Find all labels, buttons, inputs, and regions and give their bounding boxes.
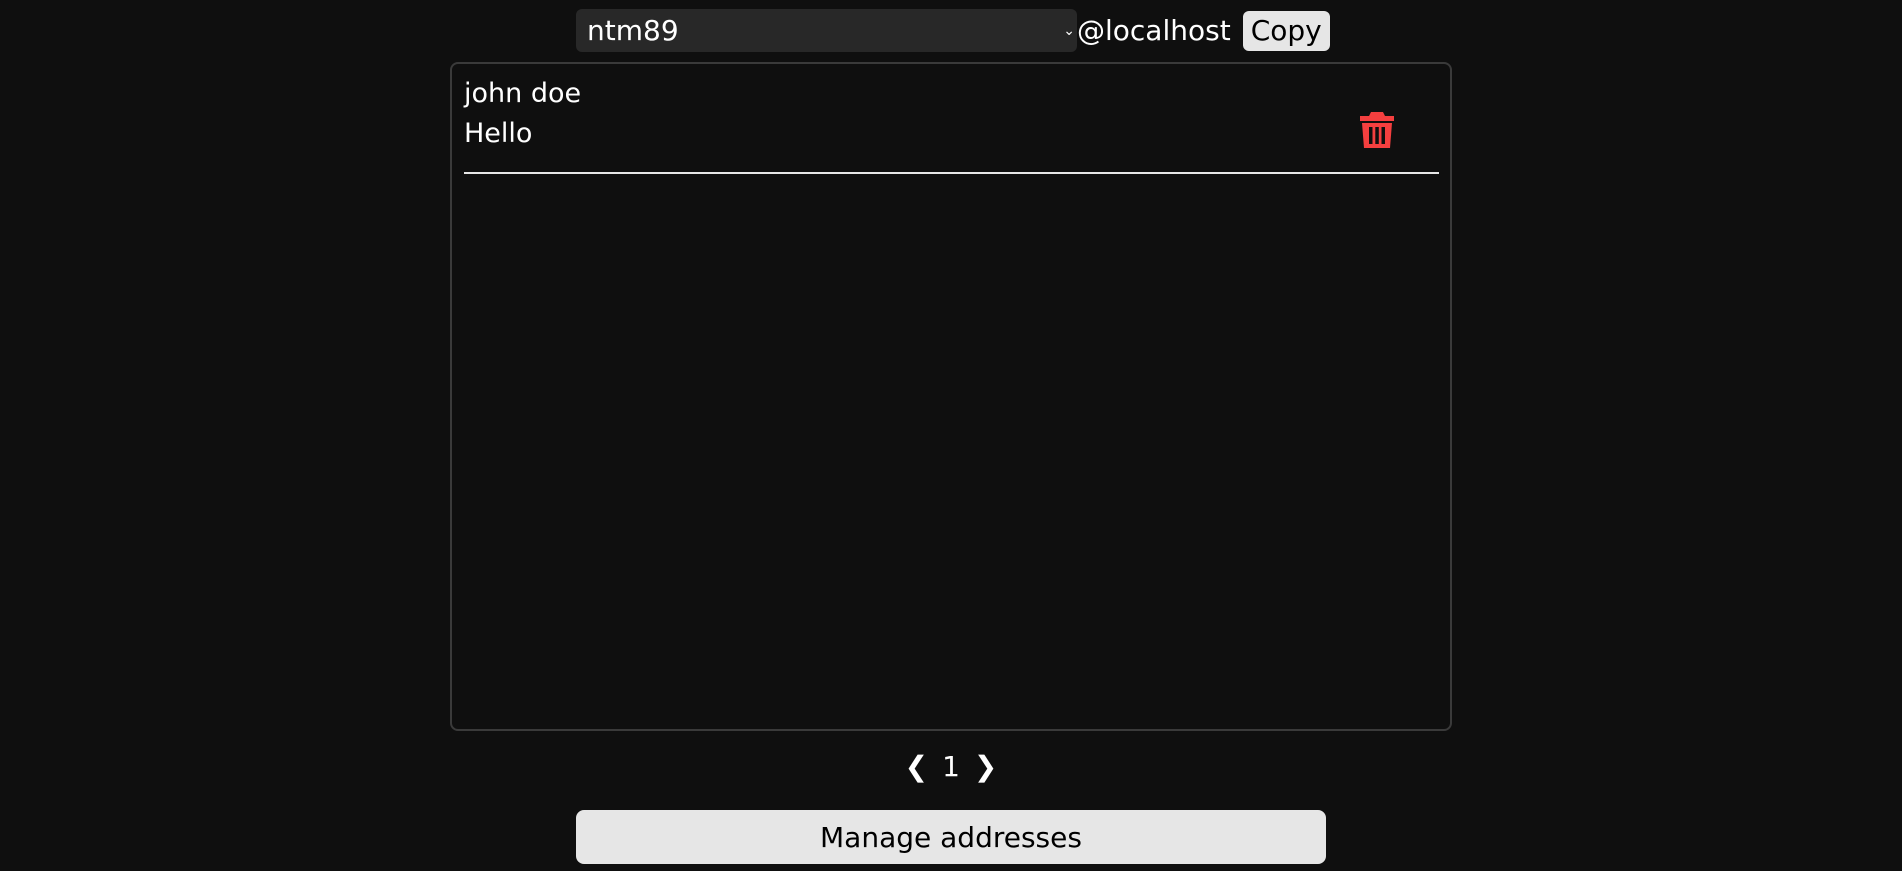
- message-subject: Hello: [464, 118, 533, 149]
- manage-addresses-button[interactable]: Manage addresses: [576, 810, 1326, 864]
- domain-label: @localhost: [1077, 14, 1231, 47]
- list-item[interactable]: john doe Hello: [464, 76, 1439, 174]
- trash-icon[interactable]: [1359, 110, 1395, 150]
- inbox-list: john doe Hello: [450, 62, 1452, 731]
- copy-button[interactable]: Copy: [1242, 10, 1330, 51]
- address-bar: ntm89 ⌄ @localhost Copy: [576, 9, 1330, 52]
- pagination: ❮ 1 ❯: [0, 750, 1902, 783]
- address-select[interactable]: ntm89 ⌄: [576, 9, 1077, 52]
- message-sender: john doe: [464, 78, 582, 109]
- next-page-button[interactable]: ❯: [974, 750, 997, 783]
- address-select-value: ntm89: [587, 14, 679, 47]
- current-page: 1: [942, 750, 960, 783]
- prev-page-button[interactable]: ❮: [905, 750, 928, 783]
- chevron-down-icon: ⌄: [1063, 22, 1075, 39]
